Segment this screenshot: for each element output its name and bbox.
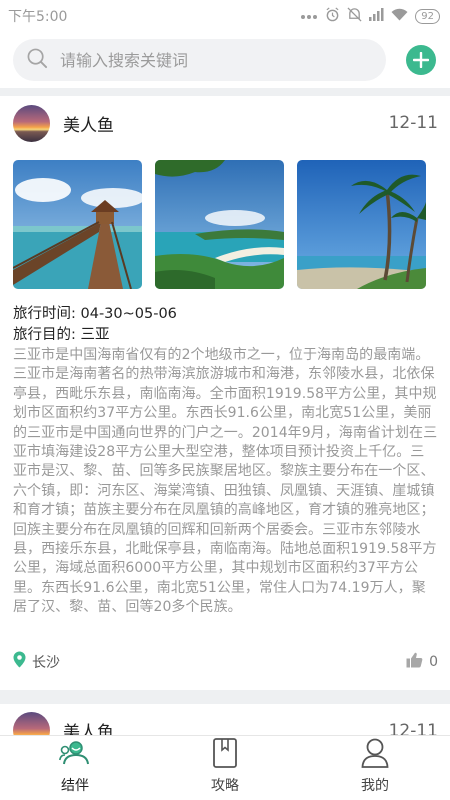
alarm-icon (325, 6, 340, 26)
travel-time: 旅行时间: 04-30~05-06 (13, 306, 177, 322)
people-icon (59, 738, 91, 772)
location-pin-icon (13, 651, 26, 672)
search-icon (27, 48, 48, 73)
search-row (0, 32, 450, 88)
post-header: 美人鱼 12-11 (13, 96, 438, 150)
post-footer: 长沙 0 (13, 644, 438, 680)
tab-companions[interactable]: 结伴 (0, 736, 150, 800)
mute-icon (347, 6, 362, 26)
tab-label: 我的 (361, 778, 389, 794)
bookmark-icon (213, 738, 237, 772)
plus-icon (413, 52, 429, 68)
status-bar: 下午5:00 92 (0, 0, 450, 32)
post-date: 12-11 (388, 113, 438, 133)
post-location[interactable]: 长沙 (32, 652, 60, 672)
like-button[interactable]: 0 (406, 652, 438, 672)
tab-label: 结伴 (61, 778, 89, 794)
avatar[interactable] (13, 104, 50, 142)
photo-palms[interactable] (297, 160, 426, 289)
more-dots-icon (300, 8, 318, 24)
person-icon (361, 738, 389, 772)
tab-label: 攻略 (211, 778, 239, 794)
search-input[interactable] (60, 50, 320, 70)
photo-coast[interactable] (155, 160, 284, 289)
post-description: 三亚市是中国海南省仅有的2个地级市之一，位于海南岛的最南端。三亚市是海南著名的热… (13, 347, 438, 616)
post-username[interactable]: 美人鱼 (63, 111, 114, 136)
battery-indicator: 92 (415, 8, 440, 24)
trip-meta: 旅行时间: 04-30~05-06 旅行目的: 三亚 (13, 304, 438, 346)
status-icons: 92 (300, 6, 440, 26)
section-divider (0, 689, 450, 704)
add-button[interactable] (406, 45, 436, 75)
like-count: 0 (429, 653, 438, 670)
travel-destination: 旅行目的: 三亚 (13, 327, 110, 343)
thumbs-up-icon (406, 652, 423, 672)
tab-guides[interactable]: 攻略 (150, 736, 300, 800)
status-time: 下午5:00 (8, 9, 68, 25)
post-photos (13, 160, 438, 289)
photo-pier[interactable] (13, 160, 142, 289)
signal-icon (369, 7, 384, 25)
wifi-icon (391, 8, 408, 25)
tab-profile[interactable]: 我的 (300, 736, 450, 800)
section-divider (0, 88, 450, 96)
bottom-tab-bar: 结伴 攻略 我的 (0, 735, 450, 800)
search-box[interactable] (13, 39, 386, 81)
post-card[interactable]: 美人鱼 12-11 (0, 96, 450, 680)
